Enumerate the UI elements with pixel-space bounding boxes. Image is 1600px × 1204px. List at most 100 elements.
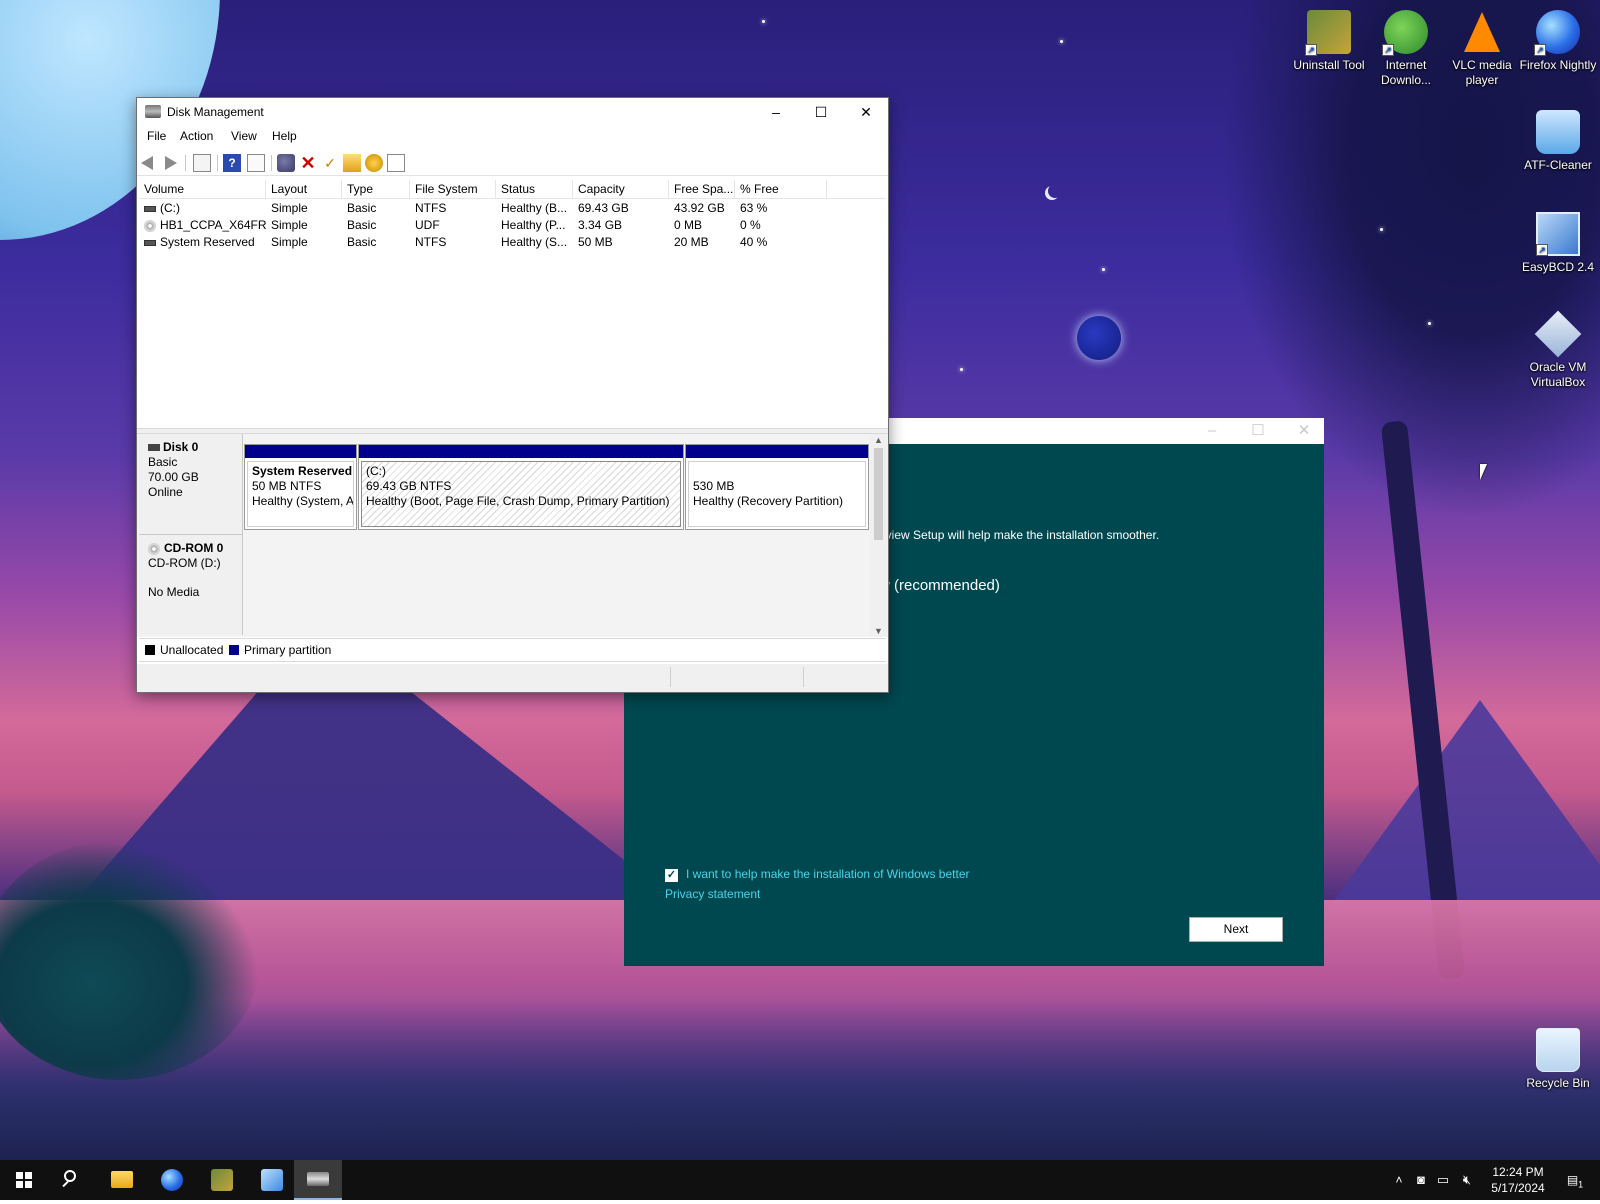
menu-file[interactable]: File <box>147 129 166 143</box>
show-hidden-icons-chevron-icon[interactable]: ˄ <box>1390 1160 1408 1200</box>
disk-management-icon <box>145 105 161 118</box>
desktop-icon-virtualbox[interactable]: Oracle VM VirtualBox <box>1518 310 1598 390</box>
table-row[interactable]: HB1_CCPA_X64FR... Simple Basic UDF Healt… <box>139 217 886 234</box>
properties-pane-icon[interactable] <box>247 154 265 172</box>
start-button[interactable] <box>0 1160 48 1200</box>
cd-disc-icon <box>144 219 156 232</box>
minimize-icon[interactable]: – <box>1202 422 1222 440</box>
status-cell: Healthy (B... <box>501 201 568 215</box>
toolbar-separator <box>271 155 272 171</box>
status-cell: Healthy (P... <box>501 218 566 232</box>
virtualbox-cube-icon <box>1534 310 1582 358</box>
cdrom-0-name: CD-ROM 0 <box>148 541 242 556</box>
graphical-view-scrollbar[interactable]: ▲ ▼ <box>870 434 887 637</box>
help-icon[interactable]: ? <box>223 154 241 172</box>
help-improve-checkbox[interactable]: ✓ <box>665 869 678 882</box>
notifications-button[interactable]: ▤1 <box>1560 1160 1590 1200</box>
search-button[interactable] <box>48 1160 96 1200</box>
column-header-type[interactable]: Type <box>342 180 410 199</box>
cdrom-0-state: No Media <box>148 585 200 599</box>
layout-cell: Simple <box>271 235 308 249</box>
scroll-down-icon[interactable]: ▼ <box>870 625 887 637</box>
partition-c-drive[interactable]: (C:) 69.43 GB NTFS Healthy (Boot, Page F… <box>358 444 684 530</box>
dm-titlebar[interactable]: Disk Management – ☐ ✕ <box>137 98 888 126</box>
column-header-layout[interactable]: Layout <box>266 180 342 199</box>
setup-option[interactable]: w (recommended) <box>879 577 1000 594</box>
back-icon[interactable] <box>141 154 159 172</box>
toolbar-separator <box>217 155 218 171</box>
desktop-icon-label: Internet Downlo... <box>1380 58 1432 87</box>
internet-download-manager-icon: ↗ <box>1382 10 1428 56</box>
taskbar-uninstall-tool[interactable] <box>198 1160 246 1200</box>
cdrom-empty-area <box>243 535 869 635</box>
cdrom-0-header[interactable]: CD-ROM 0 CD-ROM (D:) No Media <box>139 535 243 635</box>
close-icon[interactable]: ✕ <box>1294 422 1314 440</box>
next-button[interactable]: Next <box>1189 917 1283 942</box>
column-header-capacity[interactable]: Capacity <box>573 180 669 199</box>
delete-icon[interactable]: ✕ <box>299 154 317 172</box>
desktop-icon-recycle-bin[interactable]: Recycle Bin <box>1518 1028 1598 1091</box>
window-title: Disk Management <box>167 105 264 119</box>
partition-recovery[interactable]: 530 MB Healthy (Recovery Partition) <box>685 444 869 530</box>
vlc-cone-icon <box>1460 10 1504 54</box>
column-header-percent-free[interactable]: % Free <box>735 180 827 199</box>
clock[interactable]: 12:24 PM 5/17/2024 <box>1488 1164 1548 1196</box>
taskbar-setup[interactable] <box>248 1160 296 1200</box>
desktop-icon-easybcd[interactable]: ↗ EasyBCD 2.4 <box>1518 212 1598 275</box>
privacy-statement-link[interactable]: Privacy statement <box>665 887 760 901</box>
drive-icon <box>144 239 156 246</box>
desktop-icon-label: Uninstall Tool <box>1293 58 1365 72</box>
shortcut-arrow-icon: ↗ <box>1382 44 1394 56</box>
status-bar-divider <box>803 667 804 687</box>
network-icon[interactable]: ▭ <box>1434 1160 1452 1200</box>
wallpaper-rocks <box>0 1000 1600 1160</box>
status-cell: Healthy (S... <box>501 235 568 249</box>
list-view-icon[interactable] <box>387 154 405 172</box>
desktop-icon-uninstall-tool[interactable]: ↗ Uninstall Tool <box>1289 10 1369 73</box>
partition-system-reserved[interactable]: System Reserved 50 MB NTFS Healthy (Syst… <box>244 444 357 530</box>
free-space-cell: 20 MB <box>674 235 709 249</box>
menu-help[interactable]: Help <box>272 129 297 143</box>
scroll-up-icon[interactable]: ▲ <box>870 434 887 446</box>
connect-drive-icon[interactable] <box>277 154 295 172</box>
maximize-button[interactable]: ☐ <box>798 98 844 126</box>
table-row[interactable]: (C:) Simple Basic NTFS Healthy (B... 69.… <box>139 200 886 217</box>
capacity-cell: 50 MB <box>578 235 613 249</box>
volume-cell: (C:) <box>139 200 266 217</box>
scrollbar-thumb[interactable] <box>874 448 883 540</box>
graphical-disk-view: Disk 0 Basic 70.00 GB Online System Rese… <box>137 434 888 637</box>
forward-icon[interactable] <box>161 154 179 172</box>
column-header-status[interactable]: Status <box>496 180 573 199</box>
file-system-cell: NTFS <box>415 235 447 249</box>
column-header-free-space[interactable]: Free Spa... <box>669 180 735 199</box>
desktop-icon-internet-download-manager[interactable]: ↗ Internet Downlo... <box>1366 10 1446 88</box>
status-bar-divider <box>670 667 671 687</box>
capacity-cell: 3.34 GB <box>578 218 623 232</box>
help-improve-checkbox-label[interactable]: I want to help make the installation of … <box>686 867 969 881</box>
minimize-button[interactable]: – <box>753 98 799 126</box>
toolbar-separator <box>185 155 186 171</box>
search-icon[interactable] <box>365 154 383 172</box>
check-icon[interactable]: ✓ <box>321 154 339 172</box>
taskbar-firefox-nightly[interactable] <box>148 1160 196 1200</box>
maximize-icon[interactable]: ☐ <box>1248 422 1268 440</box>
table-row[interactable]: System Reserved Simple Basic NTFS Health… <box>139 234 886 251</box>
volume-muted-icon[interactable]: 🔇︎ <box>1456 1160 1478 1200</box>
clock-date: 5/17/2024 <box>1491 1181 1545 1195</box>
export-list-icon[interactable] <box>343 154 361 172</box>
column-header-file-system[interactable]: File System <box>410 180 496 199</box>
desktop-icon-firefox-nightly[interactable]: ↗ Firefox Nightly <box>1518 10 1598 73</box>
desktop-icon-atf-cleaner[interactable]: ATF-Cleaner <box>1518 110 1598 173</box>
taskbar-file-explorer[interactable] <box>98 1160 146 1200</box>
webcam-icon[interactable]: ◙ <box>1412 1160 1430 1200</box>
close-button[interactable]: ✕ <box>843 98 889 126</box>
disk-0-header[interactable]: Disk 0 Basic 70.00 GB Online <box>139 434 243 535</box>
menu-view[interactable]: View <box>231 129 257 143</box>
desktop-icon-vlc[interactable]: VLC media player <box>1442 10 1522 88</box>
column-header-volume[interactable]: Volume <box>139 180 266 199</box>
show-hide-console-tree-icon[interactable] <box>193 154 211 172</box>
taskbar-disk-management[interactable] <box>294 1160 342 1200</box>
menu-action[interactable]: Action <box>180 129 213 143</box>
legend-primary-label: Primary partition <box>244 643 332 657</box>
wallpaper-star <box>762 20 765 23</box>
